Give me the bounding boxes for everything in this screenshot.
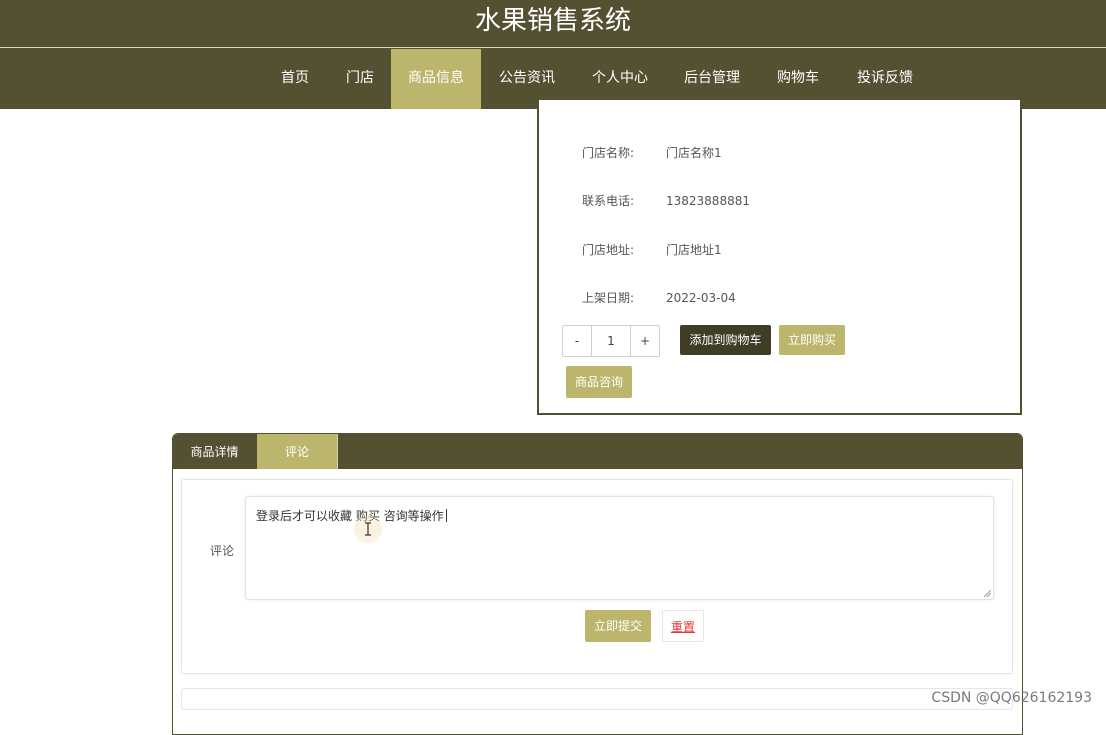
site-title: 水果销售系统 (474, 6, 631, 36)
address-row: 门店地址: 门店地址1 (582, 241, 722, 258)
tab-comments[interactable]: 评论 (257, 434, 338, 469)
comment-form: 评论 登录后才可以收藏 购买 咨询等操作 立即提交 重置 (181, 479, 1013, 674)
comments-list-card (181, 688, 1013, 710)
submit-button[interactable]: 立即提交 (585, 610, 651, 642)
product-tabs-panel: 商品详情 评论 评论 登录后才可以收藏 购买 咨询等操作 立即提交 重置 (172, 433, 1023, 735)
resize-handle-icon[interactable] (983, 589, 991, 597)
listing-date-label: 上架日期: (582, 291, 635, 305)
store-info-panel: 门店名称: 门店名称1 联系电话: 13823888881 门店地址: 门店地址1 上… (537, 100, 1022, 415)
increment-button[interactable]: + (630, 326, 659, 356)
store-name-label: 门店名称: (582, 146, 635, 160)
nav-product-info[interactable]: 商品信息 (391, 49, 481, 109)
quantity-input[interactable]: 1 (592, 326, 630, 356)
nav-store[interactable]: 门店 (333, 49, 387, 109)
comment-textarea[interactable]: 登录后才可以收藏 购买 咨询等操作 (245, 496, 994, 600)
reset-button[interactable]: 重置 (662, 610, 704, 642)
watermark: CSDN @QQ626162193 (931, 690, 1092, 706)
listing-date-value: 2022-03-04 (666, 291, 736, 305)
quantity-stepper: - 1 + (562, 325, 660, 357)
buy-now-button[interactable]: 立即购买 (779, 325, 845, 355)
header-divider (0, 47, 1106, 48)
text-caret (445, 509, 447, 522)
tab-product-details[interactable]: 商品详情 (173, 434, 256, 469)
text-cursor-icon (354, 515, 382, 543)
phone-value: 13823888881 (666, 194, 750, 208)
nav-home[interactable]: 首页 (268, 49, 322, 109)
phone-row: 联系电话: 13823888881 (582, 192, 750, 209)
store-name-value: 门店名称1 (666, 146, 722, 160)
store-name-row: 门店名称: 门店名称1 (582, 144, 722, 161)
decrement-button[interactable]: - (563, 326, 592, 356)
phone-label: 联系电话: (582, 194, 635, 208)
comment-label: 评论 (210, 544, 235, 558)
comment-text: 登录后才可以收藏 购买 咨询等操作 (256, 509, 444, 523)
address-value: 门店地址1 (666, 243, 722, 257)
add-to-cart-button[interactable]: 添加到购物车 (680, 325, 771, 355)
consult-button[interactable]: 商品咨询 (566, 366, 632, 398)
listing-date-row: 上架日期: 2022-03-04 (582, 289, 736, 306)
tabs-bar: 商品详情 评论 (173, 434, 1022, 469)
site-header: 水果销售系统 首页 门店 商品信息 公告资讯 个人中心 后台管理 购物车 投诉反… (0, 0, 1106, 109)
address-label: 门店地址: (582, 243, 635, 257)
